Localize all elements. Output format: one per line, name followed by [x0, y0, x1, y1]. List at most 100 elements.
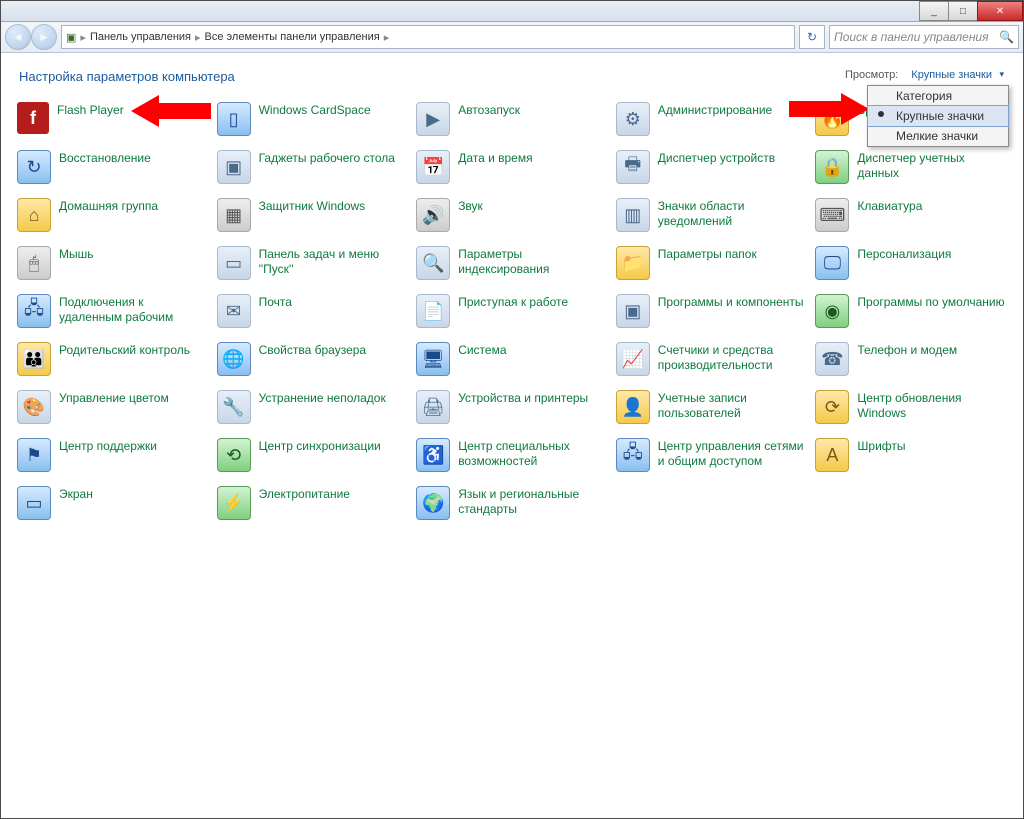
- item-icon: 👤: [616, 390, 650, 424]
- control-panel-item[interactable]: ▭Экран: [17, 486, 209, 520]
- search-input[interactable]: Поиск в панели управления 🔍: [829, 25, 1019, 49]
- item-label: Значки области уведомлений: [658, 198, 808, 229]
- control-panel-icon: ▣: [66, 31, 76, 44]
- titlebar: _ □ ✕: [1, 1, 1023, 22]
- control-panel-item[interactable]: ⚡Электропитание: [217, 486, 409, 520]
- control-panel-item[interactable]: 🖶Диспетчер устройств: [616, 150, 808, 184]
- item-icon: ⌨: [815, 198, 849, 232]
- control-panel-item[interactable]: 🔧Устранение неполадок: [217, 390, 409, 424]
- control-panel-item[interactable]: ▥Значки области уведомлений: [616, 198, 808, 232]
- breadcrumb-item[interactable]: Панель управления: [90, 31, 191, 43]
- control-panel-item[interactable]: 👪Родительский контроль: [17, 342, 209, 376]
- control-panel-item[interactable]: 🔒Диспетчер учетных данных: [815, 150, 1007, 184]
- minimize-button[interactable]: _: [919, 1, 949, 21]
- control-panel-item[interactable]: 🖵Персонализация: [815, 246, 1007, 280]
- control-panel-item[interactable]: 👤 Учетные записи пользователей: [616, 390, 808, 424]
- dropdown-item-category[interactable]: Категория: [868, 86, 1008, 106]
- item-label: Родительский контроль: [59, 342, 190, 358]
- item-icon: ▣: [217, 150, 251, 184]
- control-panel-item[interactable]: ⟳ Центр обновления Windows: [815, 390, 1007, 424]
- item-label: Панель задач и меню ''Пуск'': [259, 246, 409, 277]
- item-label: Электропитание: [259, 486, 350, 502]
- item-label: Счетчики и средства производительности: [658, 342, 808, 373]
- control-panel-item[interactable]: ↻Восстановление: [17, 150, 209, 184]
- control-panel-item[interactable]: ◉Программы по умолчанию: [815, 294, 1007, 328]
- dropdown-item-label: Крупные значки: [896, 109, 984, 123]
- control-panel-item[interactable]: 🖧Центр управления сетями и общим доступо…: [616, 438, 808, 472]
- item-icon: ⌂: [17, 198, 51, 232]
- control-panel-item[interactable]: 🖨Устройства и принтеры: [416, 390, 608, 424]
- control-panel-item[interactable]: ▶Автозапуск: [416, 102, 608, 136]
- item-icon: 🌍: [416, 486, 450, 520]
- control-panel-item[interactable]: ▦Защитник Windows: [217, 198, 409, 232]
- item-label: Центр обновления Windows: [857, 390, 1007, 421]
- control-panel-item[interactable]: 📈Счетчики и средства производительности: [616, 342, 808, 376]
- item-icon: ⟳: [815, 390, 849, 424]
- item-icon: 🌐: [217, 342, 251, 376]
- item-label: Windows CardSpace: [259, 102, 371, 118]
- control-panel-item[interactable]: ⌨ Клавиатура: [815, 198, 1007, 232]
- item-label: Учетные записи пользователей: [658, 390, 808, 421]
- control-panel-item[interactable]: ☎Телефон и модем: [815, 342, 1007, 376]
- control-panel-item[interactable]: 🖥Система: [416, 342, 608, 376]
- control-panel-item[interactable]: ♿Центр специальных возможностей: [416, 438, 608, 472]
- control-panel-item[interactable]: ▣Программы и компоненты: [616, 294, 808, 328]
- control-panel-item[interactable]: ✉Почта: [217, 294, 409, 328]
- control-panel-item[interactable]: 🖱Мышь: [17, 246, 209, 280]
- item-icon: 📁: [616, 246, 650, 280]
- breadcrumb-item[interactable]: Все элементы панели управления: [205, 31, 380, 43]
- control-panel-item[interactable]: 🎨Управление цветом: [17, 390, 209, 424]
- refresh-button[interactable]: ↻: [799, 25, 825, 49]
- control-panel-item[interactable]: ⚑Центр поддержки: [17, 438, 209, 472]
- item-label: Устройства и принтеры: [458, 390, 588, 406]
- control-panel-item[interactable]: ⚙Администрирование: [616, 102, 808, 136]
- item-label: Гаджеты рабочего стола: [259, 150, 395, 166]
- control-panel-item[interactable]: 🌍Язык и региональные стандарты: [416, 486, 608, 520]
- back-button[interactable]: ◄: [5, 24, 31, 50]
- control-panel-item[interactable]: 📁Параметры папок: [616, 246, 808, 280]
- dropdown-item-small-icons[interactable]: Мелкие значки: [868, 126, 1008, 146]
- item-label: Подключения к удаленным рабочим: [59, 294, 209, 325]
- dropdown-item-large-icons[interactable]: Крупные значки: [867, 105, 1009, 127]
- control-panel-item[interactable]: fFlash Player: [17, 102, 209, 136]
- forward-button[interactable]: ►: [31, 24, 57, 50]
- chevron-right-icon: ▸: [384, 31, 390, 44]
- breadcrumb[interactable]: ▣ ▸ Панель управления ▸ Все элементы пан…: [61, 25, 795, 49]
- item-icon: A: [815, 438, 849, 472]
- item-icon: ▭: [217, 246, 251, 280]
- item-icon: 🖵: [815, 246, 849, 280]
- control-panel-item[interactable]: 📅Дата и время: [416, 150, 608, 184]
- maximize-button[interactable]: □: [948, 1, 978, 21]
- control-panel-item[interactable]: AШрифты: [815, 438, 1007, 472]
- close-button[interactable]: ✕: [977, 1, 1023, 21]
- navbar: ◄ ► ▣ ▸ Панель управления ▸ Все элементы…: [1, 22, 1023, 53]
- item-label: Параметры индексирования: [458, 246, 608, 277]
- view-dropdown-trigger[interactable]: Крупные значки: [904, 67, 1007, 83]
- item-label: Автозапуск: [458, 102, 520, 118]
- control-panel-item[interactable]: ⟲Центр синхронизации: [217, 438, 409, 472]
- control-panel-item[interactable]: ▭ Панель задач и меню ''Пуск'': [217, 246, 409, 280]
- item-label: Диспетчер учетных данных: [857, 150, 1007, 181]
- items-grid: fFlash Player▯Windows CardSpace▶Автозапу…: [17, 102, 1007, 520]
- control-panel-item[interactable]: ▯Windows CardSpace: [217, 102, 409, 136]
- item-icon: 🖶: [616, 150, 650, 184]
- item-icon: 🖥: [416, 342, 450, 376]
- control-panel-item[interactable]: 🌐Свойства браузера: [217, 342, 409, 376]
- control-panel-item[interactable]: ▣ Гаджеты рабочего стола: [217, 150, 409, 184]
- control-panel-item[interactable]: 📄Приступая к работе: [416, 294, 608, 328]
- item-icon: ☎: [815, 342, 849, 376]
- item-icon: ♿: [416, 438, 450, 472]
- bullet-icon: [878, 111, 884, 117]
- item-icon: ⚑: [17, 438, 51, 472]
- item-label: Администрирование: [658, 102, 772, 118]
- control-panel-item[interactable]: 🖧 Подключения к удаленным рабочим: [17, 294, 209, 328]
- item-label: Центр синхронизации: [259, 438, 381, 454]
- item-icon: f: [17, 102, 49, 134]
- control-panel-item[interactable]: ⌂Домашняя группа: [17, 198, 209, 232]
- control-panel-item[interactable]: 🔊Звук: [416, 198, 608, 232]
- chevron-right-icon: ▸: [80, 31, 86, 44]
- item-icon: 🖧: [17, 294, 51, 328]
- control-panel-item[interactable]: 🔍Параметры индексирования: [416, 246, 608, 280]
- item-label: Клавиатура: [857, 198, 922, 214]
- item-icon: ▣: [616, 294, 650, 328]
